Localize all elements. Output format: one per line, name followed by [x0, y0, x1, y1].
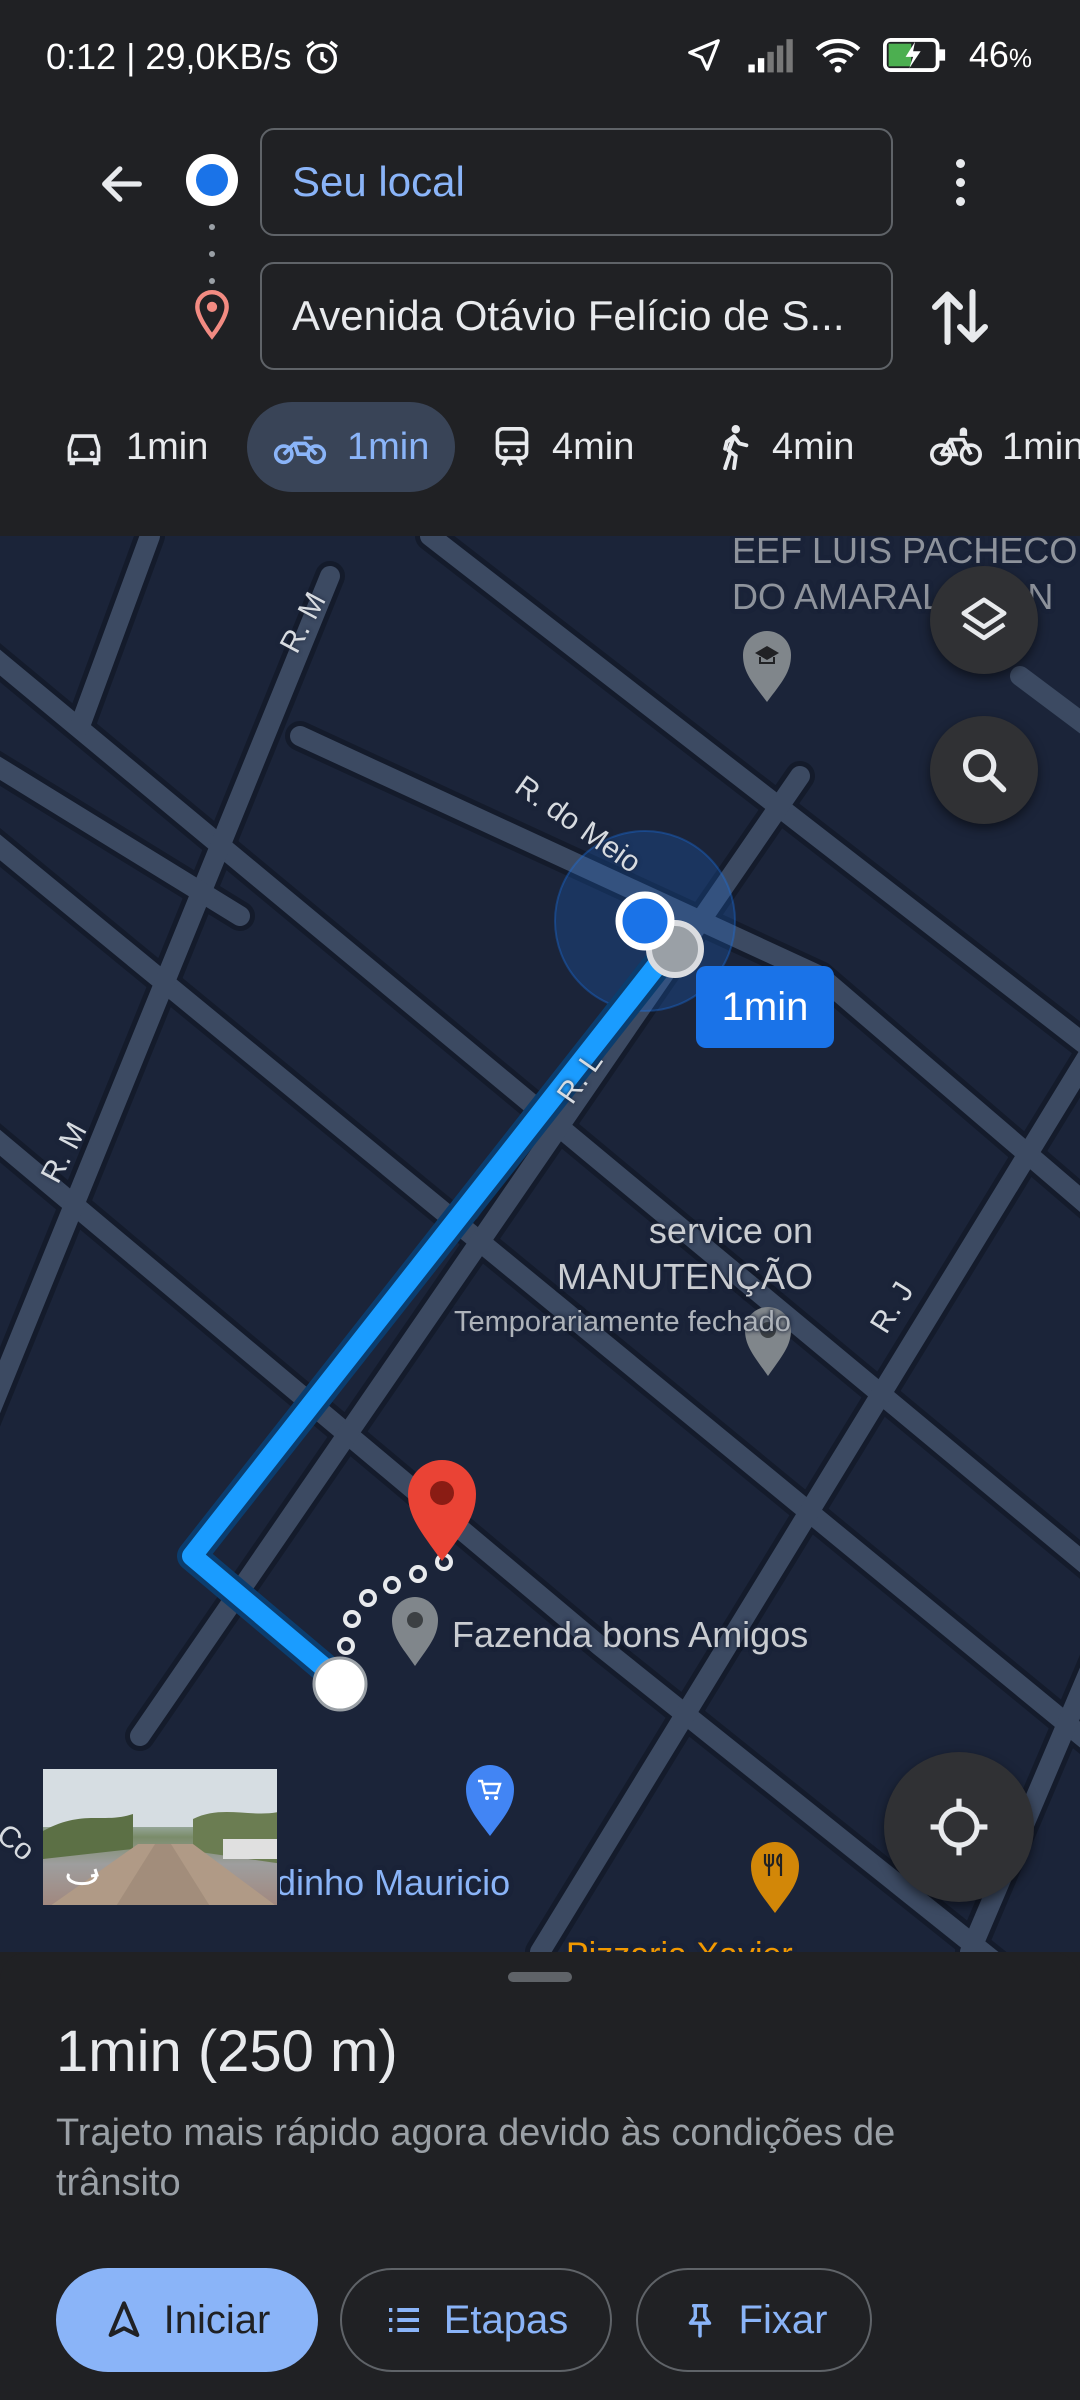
- mode-motorcycle[interactable]: 1min: [247, 402, 456, 492]
- map-view[interactable]: R. M R. do Meio R. M R. L R. J Co EEF LU…: [0, 536, 1080, 1952]
- street-view-image: [43, 1769, 277, 1905]
- start-button-label: Iniciar: [163, 2297, 271, 2342]
- recenter-button[interactable]: [884, 1752, 1034, 1902]
- service-label[interactable]: service on MANUTENÇÃO: [555, 1208, 813, 1300]
- shop-label[interactable]: dinho Mauricio: [276, 1862, 510, 1904]
- battery-value: 46: [968, 34, 1009, 75]
- destination-field[interactable]: Avenida Otávio Felício de S...: [260, 262, 893, 370]
- layers-button[interactable]: [930, 566, 1038, 674]
- origin-field[interactable]: Seu local: [260, 128, 893, 236]
- route-summary-sheet: 1min (250 m) Trajeto mais rápido agora d…: [0, 1952, 1080, 2400]
- route-dots-icon: [209, 224, 215, 284]
- more-options-button[interactable]: [935, 148, 985, 216]
- walk-icon: [723, 425, 749, 470]
- origin-dot-icon: [186, 154, 238, 206]
- bike-icon: [930, 427, 982, 466]
- destination-pin-icon: [195, 289, 229, 340]
- mode-walk[interactable]: 4min: [690, 402, 880, 492]
- school-label-line1: EEF LUIS PACHECO: [732, 536, 1078, 571]
- mode-transit-label: 4min: [552, 425, 635, 468]
- motorcycle-icon: [273, 436, 327, 465]
- travel-mode-tabs: 1min 1min 4min 4min 1min: [0, 402, 1080, 492]
- start-button[interactable]: Iniciar: [56, 2268, 318, 2372]
- status-bar: 0:12 | 29,0KB/s 46%: [0, 0, 1080, 116]
- route-description: Trajeto mais rápido agora devido às cond…: [56, 2112, 896, 2204]
- pin-icon: [688, 2304, 711, 2338]
- swap-icon[interactable]: [930, 282, 990, 352]
- directions-header: Seu local Avenida Otávio Felício de S...…: [0, 116, 1080, 536]
- layers-icon: [961, 597, 1007, 641]
- mode-car[interactable]: 1min: [36, 402, 234, 492]
- mode-transit[interactable]: 4min: [466, 402, 660, 492]
- wifi-icon: [815, 38, 861, 73]
- search-map-button[interactable]: [930, 716, 1038, 824]
- route-summary: 1min (250 m): [56, 2019, 398, 2084]
- search-icon: [962, 748, 1007, 793]
- location-arrow-icon: [687, 39, 720, 71]
- steps-button[interactable]: Etapas: [340, 2268, 612, 2372]
- status-right: 46%: [685, 34, 1032, 76]
- battery-unit: %: [1008, 43, 1032, 73]
- status-left: 0:12 | 29,0KB/s: [46, 36, 342, 78]
- pin-button[interactable]: Fixar: [636, 2268, 872, 2372]
- service-label-line2: MANUTENÇÃO: [556, 1256, 813, 1297]
- signal-icon: [748, 39, 793, 73]
- restaurant-label[interactable]: Pizzaria Xavier: [566, 1936, 793, 1952]
- steps-button-label: Etapas: [443, 2297, 569, 2342]
- mode-bike[interactable]: 1min: [904, 402, 1080, 492]
- battery-charging-icon: [882, 38, 945, 72]
- route-eta-badge[interactable]: 1min: [696, 966, 834, 1048]
- sheet-drag-handle[interactable]: [508, 1972, 572, 1982]
- mode-car-label: 1min: [126, 425, 209, 468]
- pin-button-label: Fixar: [738, 2297, 828, 2342]
- list-icon: [388, 2308, 419, 2332]
- map-roads: [0, 536, 1080, 1952]
- back-button[interactable]: [90, 152, 154, 216]
- service-status-label: Temporariamente fechado: [454, 1306, 791, 1338]
- back-arrow-icon: [102, 166, 142, 202]
- status-time-speed: 0:12 | 29,0KB/s: [46, 36, 292, 77]
- mode-walk-label: 4min: [772, 425, 855, 468]
- mode-motorcycle-label: 1min: [347, 425, 430, 468]
- street-view-thumbnail[interactable]: [40, 1766, 280, 1908]
- transit-icon: [495, 427, 529, 466]
- navigation-arrow-icon: [108, 2301, 139, 2337]
- battery-percent: 46%: [969, 34, 1032, 76]
- my-location-icon: [930, 1798, 988, 1856]
- farm-label[interactable]: Fazenda bons Amigos: [452, 1614, 808, 1656]
- service-label-line1: service on: [648, 1210, 813, 1251]
- mode-bike-label: 1min: [1002, 425, 1080, 468]
- car-icon: [67, 434, 101, 466]
- alarm-icon: [305, 40, 338, 74]
